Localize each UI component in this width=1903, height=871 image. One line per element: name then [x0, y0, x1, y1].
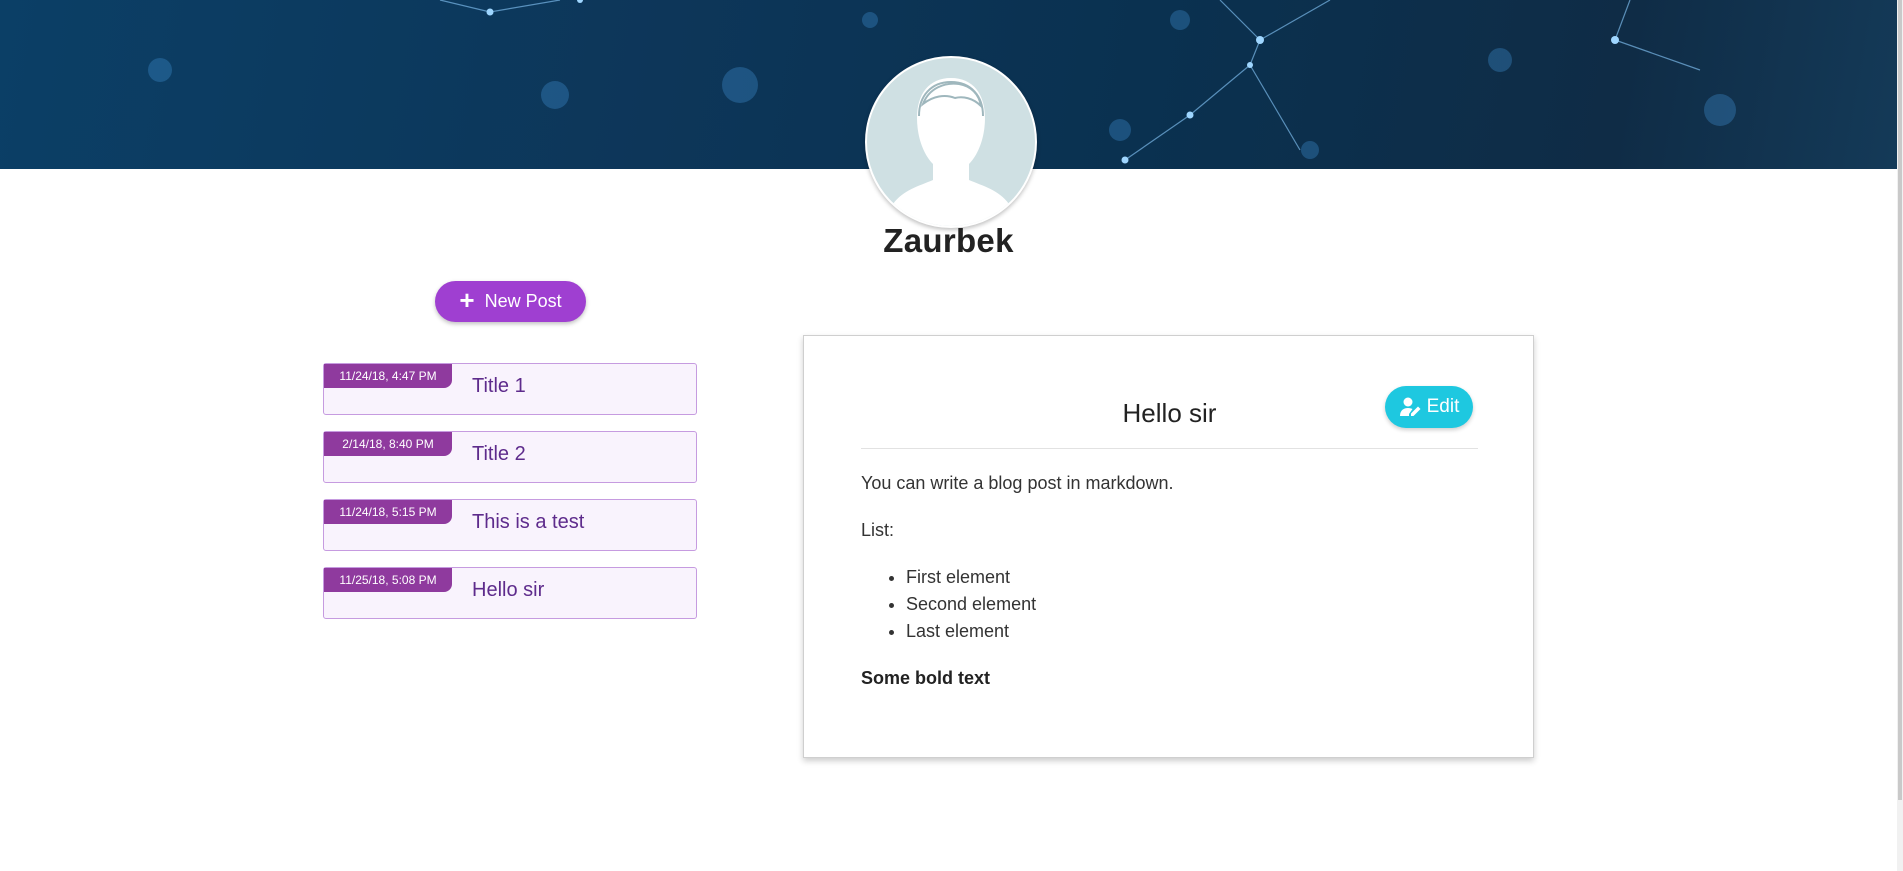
new-post-button[interactable]: + New Post — [435, 281, 586, 322]
post-title: Title 1 — [472, 375, 526, 397]
list-item: Second element — [906, 591, 1478, 618]
post-title: Hello sir — [472, 579, 545, 601]
page-scrollbar[interactable] — [1897, 0, 1903, 871]
post-detail-card: Hello sir Edit You can write a blog post… — [803, 335, 1534, 758]
user-silhouette-icon — [893, 78, 1009, 226]
post-date-badge: 2/14/18, 8:40 PM — [324, 432, 452, 456]
edit-button[interactable]: Edit — [1385, 386, 1473, 428]
list-label: List: — [861, 520, 895, 540]
post-date-badge: 11/25/18, 5:08 PM — [324, 568, 452, 592]
list-item: Last element — [906, 618, 1478, 645]
list-item: First element — [906, 564, 1478, 591]
post-list-item[interactable]: 11/25/18, 5:08 PM Hello sir — [323, 567, 697, 619]
post-list-item[interactable]: 2/14/18, 8:40 PM Title 2 — [323, 431, 697, 483]
scrollbar-thumb[interactable] — [1898, 0, 1902, 800]
post-list-item[interactable]: 11/24/18, 5:15 PM This is a test — [323, 499, 697, 551]
bullet-list: First element Second element Last elemen… — [861, 564, 1478, 645]
title-divider — [861, 448, 1478, 449]
bold-text: Some bold text — [861, 668, 991, 688]
post-date-badge: 11/24/18, 4:47 PM — [324, 364, 452, 388]
post-title: This is a test — [472, 511, 585, 533]
plus-icon: + — [459, 285, 475, 315]
post-date-badge: 11/24/18, 5:15 PM — [324, 500, 452, 524]
post-list-item[interactable]: 11/24/18, 4:47 PM Title 1 — [323, 363, 697, 415]
profile-name: Zaurbek — [883, 222, 1014, 259]
post-list: 11/24/18, 4:47 PM Title 1 2/14/18, 8:40 … — [323, 363, 699, 619]
edit-label: Edit — [1426, 396, 1460, 417]
profile-avatar — [865, 56, 1037, 228]
new-post-label: New Post — [484, 291, 562, 311]
post-paragraph: You can write a blog post in markdown. — [861, 473, 1174, 493]
post-title: Title 2 — [472, 443, 526, 465]
user-edit-icon — [1399, 397, 1421, 416]
post-content: You can write a blog post in markdown. L… — [861, 470, 1478, 712]
